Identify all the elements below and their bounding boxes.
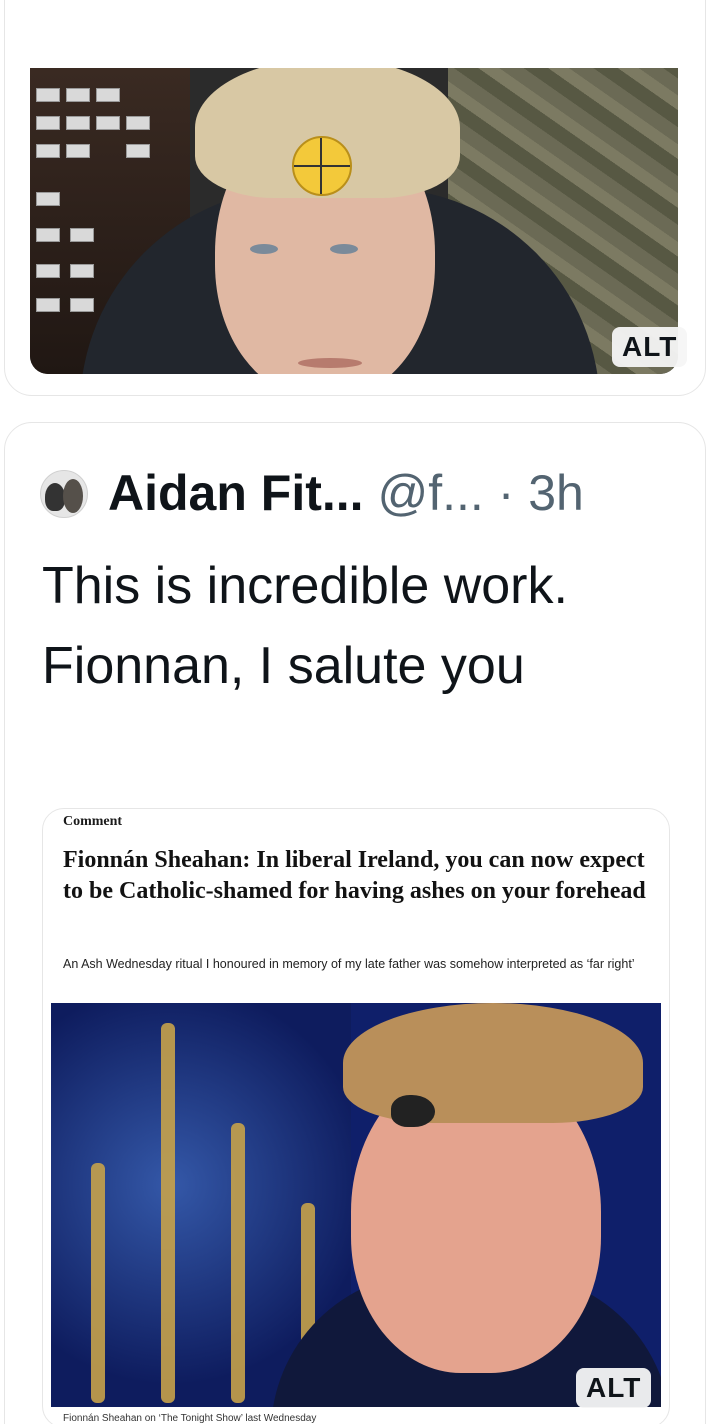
article-photo-caption: Fionnán Sheahan on ‘The Tonight Show’ la… xyxy=(63,1413,317,1424)
ash-mark xyxy=(391,1095,435,1127)
author-avatar[interactable] xyxy=(40,470,88,518)
article-headline: Fionnán Sheahan: In liberal Ireland, you… xyxy=(63,847,646,904)
mouth xyxy=(298,358,362,368)
tweet-text: This is incredible work. Fionnan, I salu… xyxy=(42,557,568,695)
author-handle[interactable]: @f... xyxy=(377,465,483,521)
man-hair xyxy=(343,1003,643,1123)
article-section-label: Comment xyxy=(63,814,123,829)
left-eye xyxy=(250,244,278,254)
tweet-header: Aidan Fit... @f... · 3h xyxy=(108,462,584,524)
alt-text-button[interactable]: ALT xyxy=(612,327,688,367)
header-separator: · xyxy=(497,465,515,521)
tweet-timestamp[interactable]: 3h xyxy=(528,465,584,521)
target-sticker xyxy=(292,136,352,196)
article-standfirst: An Ash Wednesday ritual I honoured in me… xyxy=(63,957,635,971)
article-photo xyxy=(51,1003,661,1407)
article-screenshot[interactable]: Comment Fionnán Sheahan: In liberal Irel… xyxy=(42,808,670,1424)
right-eye xyxy=(330,244,358,254)
previous-tweet-image[interactable] xyxy=(30,68,678,374)
alt-text-button[interactable]: ALT xyxy=(576,1368,652,1408)
author-name[interactable]: Aidan Fit... xyxy=(108,465,364,521)
